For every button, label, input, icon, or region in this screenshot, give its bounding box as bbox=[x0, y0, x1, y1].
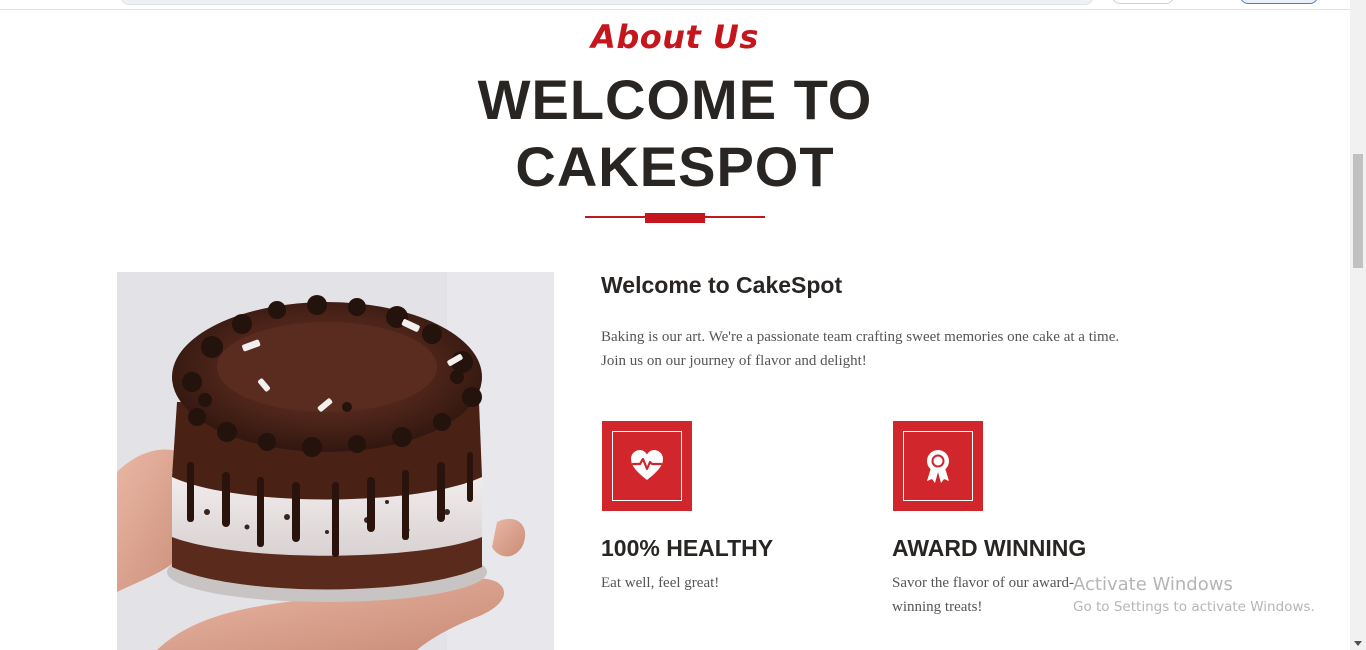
watermark-subtitle: Go to Settings to activate Windows. bbox=[1073, 599, 1315, 615]
award-ribbon-icon bbox=[927, 450, 949, 483]
feature-title-healthy: 100% HEALTHY bbox=[601, 535, 774, 561]
feature-text-healthy: Eat well, feel great! bbox=[601, 575, 720, 591]
page-title: WELCOME TO CAKESPOT bbox=[0, 66, 1350, 200]
about-page: About Us WELCOME TO CAKESPOT Welcome to … bbox=[0, 0, 1366, 650]
title-divider-accent bbox=[645, 213, 705, 223]
section-eyebrow: About Us bbox=[591, 18, 759, 56]
about-title: Welcome to CakeSpot bbox=[601, 272, 843, 298]
cake-photo bbox=[117, 272, 554, 650]
browser-toolbar-remnant bbox=[0, 0, 1350, 10]
chocolate-cake-illustration bbox=[117, 272, 554, 650]
feature-icon-healthy bbox=[602, 421, 692, 511]
heart-pulse-icon bbox=[631, 450, 663, 480]
address-bar[interactable] bbox=[120, 0, 1094, 5]
scroll-down-arrow-icon[interactable] bbox=[1354, 641, 1362, 646]
page-title-line-1: WELCOME TO bbox=[477, 68, 873, 131]
toolbar-button[interactable] bbox=[1112, 0, 1174, 4]
feature-icon-award bbox=[893, 421, 983, 511]
feature-title-award: AWARD WINNING bbox=[892, 535, 1087, 561]
vertical-scrollbar[interactable] bbox=[1350, 0, 1366, 650]
scrollbar-thumb[interactable] bbox=[1353, 154, 1363, 268]
watermark-title: Activate Windows bbox=[1073, 574, 1233, 595]
about-description: Baking is our art. We're a passionate te… bbox=[601, 329, 1120, 369]
windows-activation-watermark: Activate Windows Go to Settings to activ… bbox=[1073, 573, 1315, 617]
feature-text-award: Savor the flavor of our award-winning tr… bbox=[892, 575, 1075, 615]
page-title-line-2: CAKESPOT bbox=[515, 135, 835, 198]
toolbar-primary-button[interactable] bbox=[1240, 0, 1318, 4]
